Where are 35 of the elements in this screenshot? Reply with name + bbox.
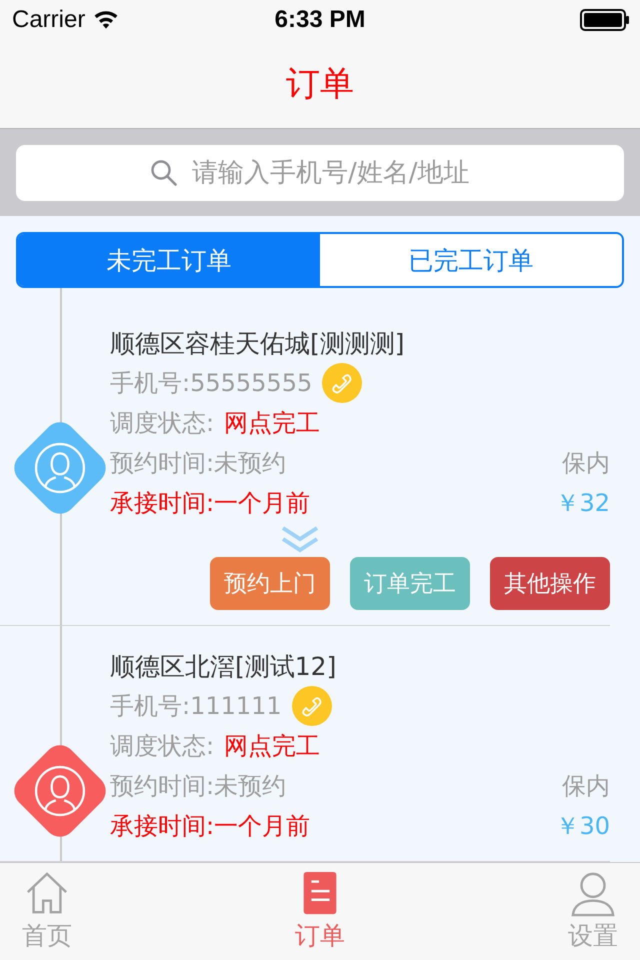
- appointment-time: 预约时间:未预约: [110, 448, 286, 479]
- phone-icon[interactable]: [292, 686, 332, 726]
- dispatch-status-value: 网点完工: [224, 408, 320, 439]
- action-button[interactable]: 其他操作: [490, 557, 610, 610]
- clock-time: 6:33 PM: [274, 6, 366, 34]
- phone-icon[interactable]: [322, 363, 362, 403]
- order-price: ￥32: [555, 488, 610, 519]
- dispatch-status-label: 调度状态:: [110, 731, 214, 762]
- battery-icon: [580, 9, 630, 31]
- order-address: 顺德区容桂天佑城[测测测]: [110, 328, 405, 360]
- dispatch-status-value: 网点完工: [224, 731, 320, 762]
- order-address: 顺德区北滘[测试12]: [110, 650, 336, 682]
- order-price: ￥30: [555, 811, 610, 842]
- chevron-down-icon[interactable]: [280, 525, 320, 555]
- person-icon: [570, 871, 616, 917]
- phone-number: 手机号:111111: [110, 691, 282, 722]
- action-button[interactable]: 预约上门: [210, 557, 330, 610]
- segment-tab[interactable]: 已完工订单: [320, 234, 622, 286]
- page-title: 订单: [286, 63, 354, 106]
- carrier-name: Carrier: [12, 6, 86, 34]
- search-field[interactable]: 请输入手机号/姓名/地址: [16, 144, 624, 200]
- tab-bar-item[interactable]: 订单: [295, 871, 345, 952]
- appointment-time: 预约时间:未预约: [110, 771, 286, 802]
- segment-tab[interactable]: 未完工订单: [18, 234, 320, 286]
- accepted-time: 承接时间:一个月前: [110, 488, 310, 519]
- accepted-time: 承接时间:一个月前: [110, 811, 310, 842]
- tab-bar-item[interactable]: 首页: [22, 871, 72, 952]
- dispatch-status-label: 调度状态:: [110, 408, 214, 439]
- action-button[interactable]: 订单完工: [350, 557, 470, 610]
- tab-bar-item[interactable]: 设置: [568, 871, 618, 952]
- warranty-label: 保内: [562, 771, 610, 802]
- wifi-icon: [93, 10, 120, 30]
- search-icon: [150, 158, 178, 186]
- warranty-label: 保内: [562, 448, 610, 479]
- phone-number: 手机号:55555555: [110, 368, 312, 399]
